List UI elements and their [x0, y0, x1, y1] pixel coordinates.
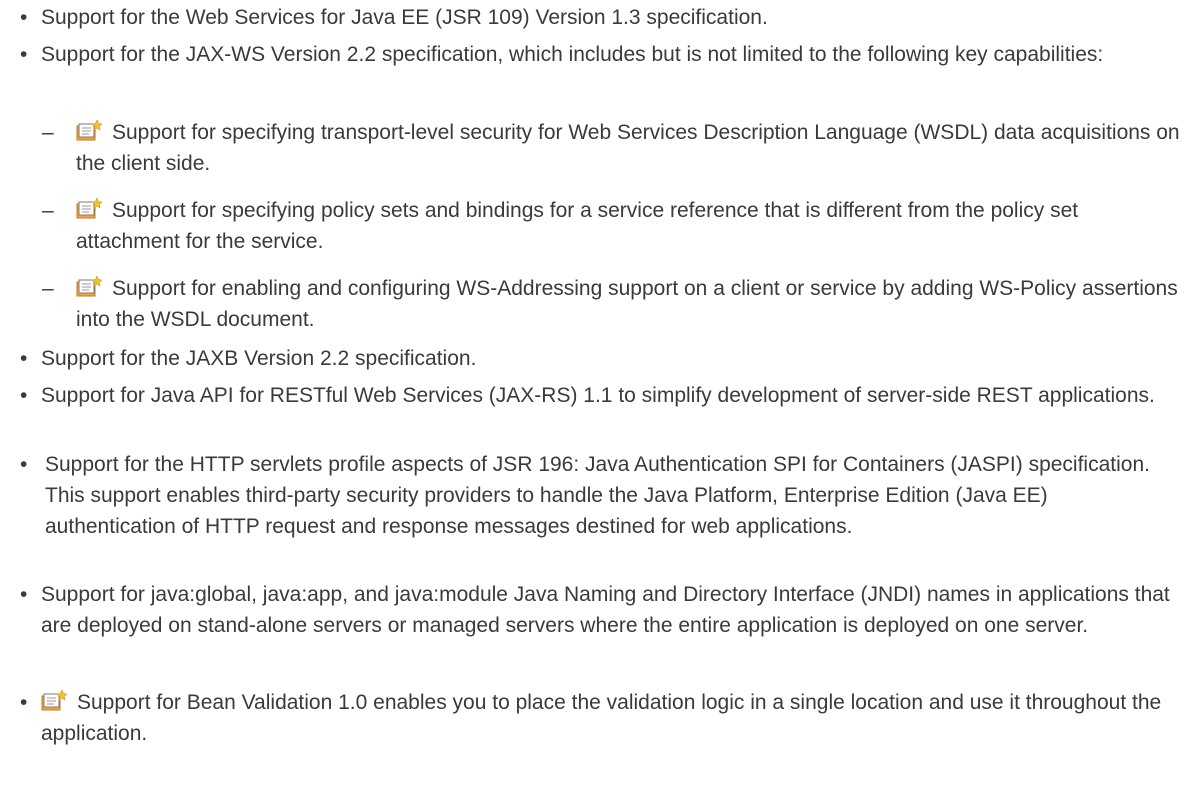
bullet-marker: •	[20, 453, 28, 476]
dash-marker: –	[42, 121, 54, 144]
bullet-marker: •	[20, 691, 28, 714]
list-item-text: Support for the JAXB Version 2.2 specifi…	[41, 347, 477, 370]
bullet-marker: •	[20, 43, 28, 66]
sub-list-item-text: Support for specifying transport-level s…	[76, 121, 1180, 175]
new-feature-icon	[76, 120, 102, 141]
sub-list-item-text: Support for specifying policy sets and b…	[76, 199, 1079, 253]
sub-list-item: – Support for enabling and configuring W…	[0, 273, 1180, 335]
new-feature-icon	[41, 690, 67, 711]
list-item-text: Support for the HTTP servlets profile as…	[45, 453, 1150, 538]
list-item: • Support for the HTTP servlets profile …	[0, 449, 1180, 573]
bullet-marker: •	[20, 6, 28, 29]
list-item-content: Support for Bean Validation 1.0 enables …	[41, 687, 1180, 749]
list-item: • Support for the JAX-WS Version 2.2 spe…	[0, 39, 1180, 101]
new-feature-icon	[76, 198, 102, 219]
dash-marker: –	[42, 277, 54, 300]
sub-list-item: – Support for specifying policy sets and…	[0, 195, 1180, 257]
list-item-text: Support for Bean Validation 1.0 enables …	[41, 691, 1162, 745]
list-item: • Support for the JAXB Version 2.2 speci…	[0, 343, 1180, 374]
list-item-text: Support for the Web Services for Java EE…	[41, 6, 768, 29]
list-item-text: Support for the JAX-WS Version 2.2 speci…	[41, 43, 1104, 66]
document-page: • Support for the Web Services for Java …	[0, 0, 1191, 788]
list-item: • Support for java:global, java:app, and…	[0, 579, 1180, 672]
list-item: • Support for Bean Validation 1.0 enable…	[0, 687, 1180, 749]
sub-list-item-content: Support for enabling and configuring WS-…	[76, 273, 1180, 335]
sub-list-item-content: Support for specifying policy sets and b…	[76, 195, 1180, 257]
new-feature-icon	[76, 276, 102, 297]
sub-list-item: – Support for specifying transport-level…	[0, 117, 1180, 179]
list-item-text: Support for Java API for RESTful Web Ser…	[41, 384, 1155, 407]
sub-list-item-content: Support for specifying transport-level s…	[76, 117, 1180, 179]
list-item: • Support for the Web Services for Java …	[0, 2, 1180, 33]
sub-list-item-text: Support for enabling and configuring WS-…	[76, 277, 1178, 331]
bullet-marker: •	[20, 583, 28, 606]
dash-marker: –	[42, 199, 54, 222]
bullet-marker: •	[20, 384, 28, 407]
bullet-marker: •	[20, 347, 28, 370]
list-item: • Support for Java API for RESTful Web S…	[0, 380, 1180, 442]
list-item-text: Support for java:global, java:app, and j…	[41, 583, 1170, 637]
